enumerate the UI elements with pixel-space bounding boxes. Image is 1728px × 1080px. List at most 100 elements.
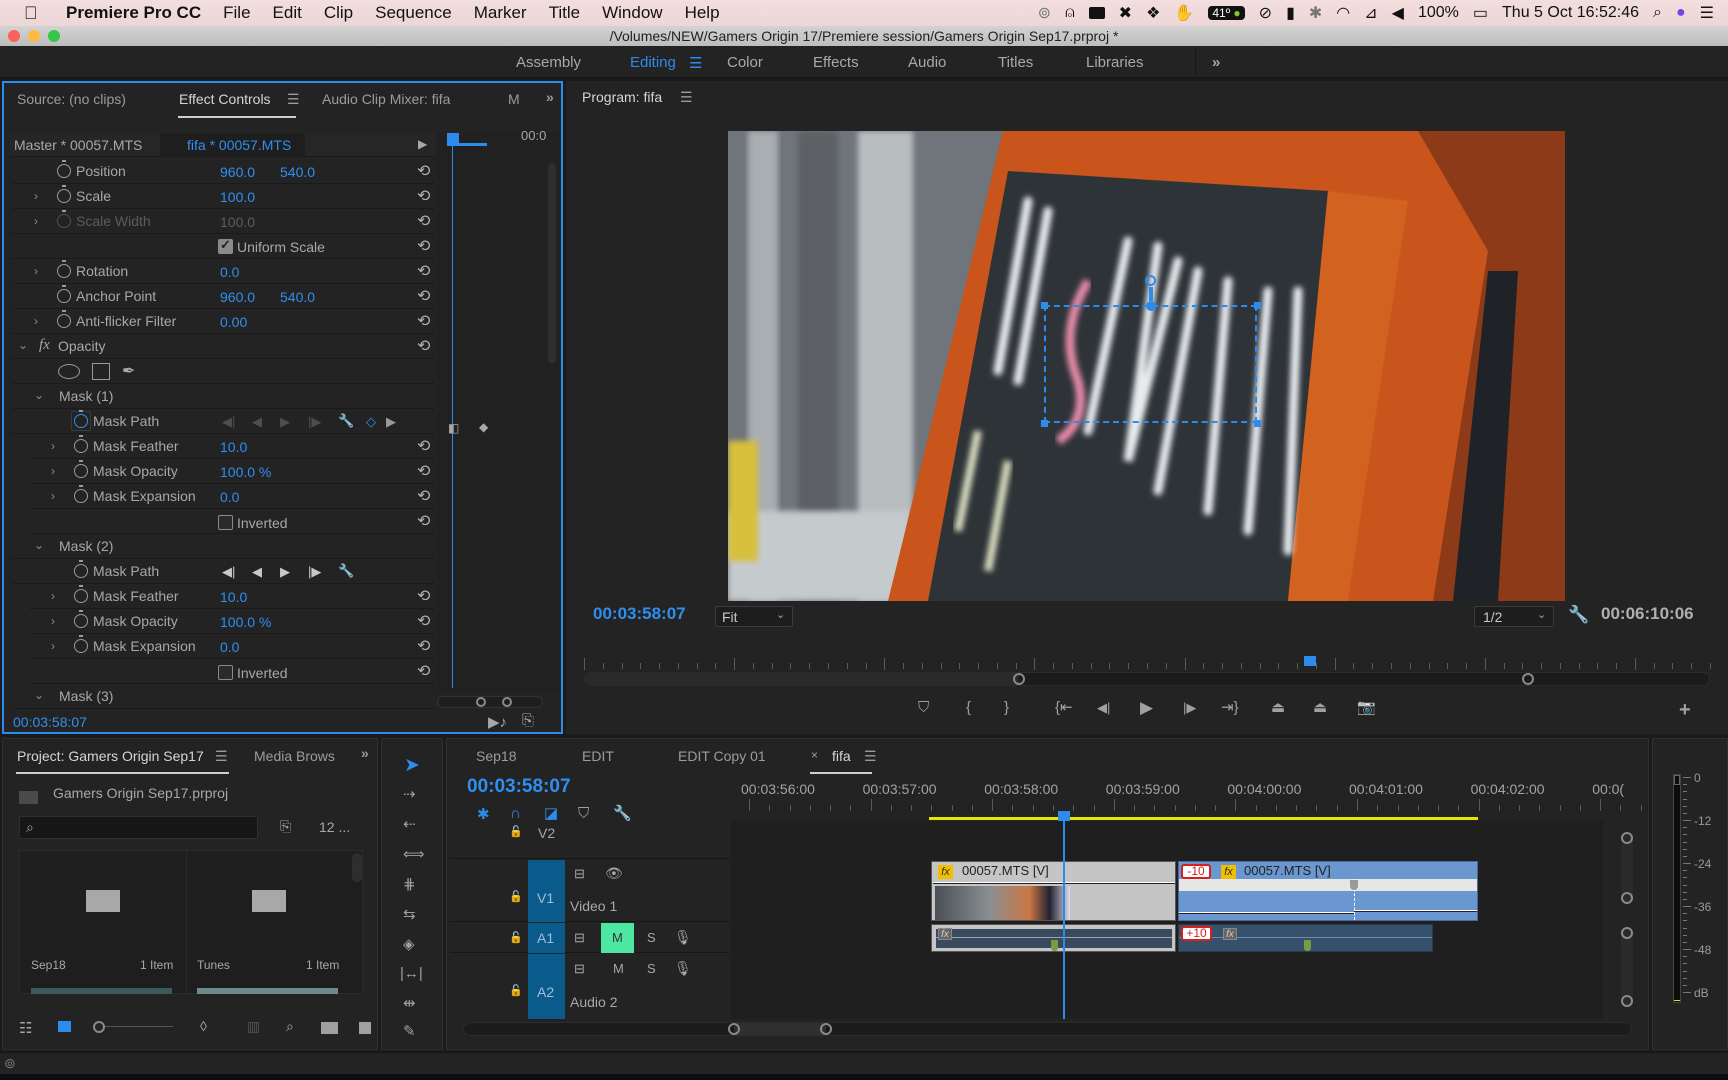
expand-chevron-icon[interactable]: › bbox=[51, 639, 55, 653]
lift-icon[interactable]: ⏏ bbox=[1271, 700, 1285, 715]
tab-sequence-edit-copy[interactable]: EDIT Copy 01 bbox=[678, 748, 766, 764]
track-one-frame-forward-icon[interactable]: ▶ bbox=[280, 564, 290, 580]
track-select-forward-tool-icon[interactable]: ⇢ bbox=[403, 787, 416, 802]
mask-1-header[interactable]: ⌄ Mask (1) bbox=[12, 384, 435, 409]
display-icon[interactable] bbox=[1088, 7, 1105, 19]
stopwatch-icon[interactable] bbox=[57, 185, 71, 203]
inverted-checkbox[interactable] bbox=[218, 665, 233, 680]
keyframe-marker[interactable]: ◆ bbox=[479, 420, 488, 434]
stopwatch-icon[interactable] bbox=[74, 610, 88, 628]
hand-icon[interactable]: ✋ bbox=[1174, 3, 1194, 23]
zoom-handle-right[interactable] bbox=[820, 1023, 832, 1035]
stopwatch-icon[interactable] bbox=[57, 160, 71, 178]
add-marker-icon[interactable]: ⛉ bbox=[578, 806, 589, 821]
collapse-chevron-icon[interactable]: ⌄ bbox=[34, 688, 44, 702]
mask-vertex-handle[interactable] bbox=[1041, 302, 1048, 309]
vpn-icon[interactable]: ⍝ bbox=[1065, 4, 1075, 22]
minimize-window-button[interactable] bbox=[28, 30, 40, 42]
mask-opacity-value[interactable]: 100.0 % bbox=[220, 614, 271, 630]
reset-icon[interactable]: ⟲ bbox=[417, 661, 430, 681]
clip-thumbnail[interactable] bbox=[197, 988, 338, 994]
stopwatch-icon[interactable] bbox=[57, 285, 71, 303]
export-icon[interactable]: ⎘ bbox=[522, 712, 534, 729]
program-monitor-title[interactable]: Program: fifa bbox=[582, 89, 662, 105]
mute-track-button-active[interactable]: M bbox=[601, 923, 634, 953]
mask-feather-value[interactable]: 10.0 bbox=[220, 589, 247, 605]
app-menu[interactable]: Premiere Pro CC bbox=[66, 3, 201, 23]
timeline-playhead[interactable] bbox=[1058, 811, 1070, 821]
lock-icon[interactable]: 🔓 bbox=[509, 984, 523, 997]
tab-audio-clip-mixer[interactable]: Audio Clip Mixer: fifa bbox=[322, 91, 450, 107]
mask-vertex-handle[interactable] bbox=[1254, 302, 1261, 309]
expand-chevron-icon[interactable]: › bbox=[51, 439, 55, 453]
bluetooth-icon[interactable]: ✱ bbox=[1309, 3, 1322, 23]
tracking-method-icon[interactable]: 🔧 bbox=[338, 413, 354, 429]
track-one-frame-backward-icon[interactable]: ◀ bbox=[252, 564, 262, 580]
tab-effect-controls[interactable]: Effect Controls bbox=[179, 91, 271, 107]
solo-track-button[interactable]: S bbox=[647, 961, 656, 976]
lock-icon[interactable]: 🔓 bbox=[509, 890, 523, 903]
reset-icon[interactable]: ⟲ bbox=[417, 586, 430, 606]
work-area-bar[interactable] bbox=[929, 817, 1478, 820]
stopwatch-icon[interactable] bbox=[74, 460, 88, 478]
clip-indicator[interactable] bbox=[1674, 775, 1680, 785]
slide-tool-icon[interactable]: ⇹ bbox=[403, 996, 416, 1011]
nest-toggle-icon[interactable]: ✱ bbox=[477, 807, 490, 822]
mask-opacity-value[interactable]: 100.0 % bbox=[220, 464, 271, 480]
collapse-chevron-icon[interactable]: ⌄ bbox=[34, 538, 44, 552]
reset-icon[interactable]: ⟲ bbox=[417, 186, 430, 206]
expand-chevron-icon[interactable]: › bbox=[51, 614, 55, 628]
timeline-zoom-scrollbar[interactable] bbox=[463, 1022, 1632, 1036]
tab-source[interactable]: Source: (no clips) bbox=[17, 91, 126, 107]
ellipse-mask-icon[interactable] bbox=[58, 364, 80, 379]
wifi-icon[interactable]: ◠ bbox=[1336, 3, 1350, 23]
volume-icon[interactable]: ◀ bbox=[1392, 3, 1404, 23]
mask-feather-handle[interactable] bbox=[1146, 301, 1156, 311]
thumbnail-size-slider[interactable] bbox=[93, 1021, 173, 1033]
play-icon[interactable]: ▶ bbox=[1140, 699, 1153, 716]
mark-out-icon[interactable]: } bbox=[1004, 700, 1009, 715]
new-bin-icon[interactable] bbox=[321, 1022, 338, 1034]
track-selected-mask-backward-icon[interactable]: ◀| bbox=[222, 564, 235, 580]
toggle-output-eye-icon[interactable]: 👁 bbox=[605, 865, 623, 882]
mask-expansion-value[interactable]: 0.0 bbox=[220, 639, 239, 655]
rectangle-mask-icon[interactable] bbox=[92, 363, 110, 380]
menu-window[interactable]: Window bbox=[602, 3, 662, 23]
rolling-edit-tool-icon[interactable]: ⋕ bbox=[403, 877, 416, 892]
resolution-dropdown[interactable]: 1/2 ⌄ bbox=[1474, 606, 1554, 627]
pen-tool-icon[interactable]: ✎ bbox=[403, 1024, 416, 1039]
mask-3-header[interactable]: ⌄ Mask (3) bbox=[12, 684, 435, 709]
reset-icon[interactable]: ⟲ bbox=[417, 311, 430, 331]
audio-keyframe-marker[interactable] bbox=[1051, 940, 1058, 951]
keyframe-marker[interactable] bbox=[1350, 880, 1358, 890]
automate-to-sequence-icon[interactable]: ▥ bbox=[247, 1018, 260, 1035]
ripple-edit-tool-icon[interactable]: ⟺ bbox=[403, 847, 425, 862]
mute-track-button[interactable]: M bbox=[613, 961, 624, 976]
list-view-icon[interactable]: ☷ bbox=[19, 1019, 32, 1037]
track-selected-mask-backward-icon[interactable]: ◀| bbox=[222, 414, 235, 430]
position-y-value[interactable]: 540.0 bbox=[280, 164, 315, 180]
fx-icon[interactable]: fx bbox=[39, 337, 50, 354]
sync-lock-icon[interactable]: ⊟ bbox=[574, 866, 585, 882]
add-marker-icon[interactable]: ⛉ bbox=[918, 700, 929, 715]
creative-cloud-icon[interactable]: ⊚ bbox=[4, 1055, 16, 1072]
reset-icon[interactable]: ⟲ bbox=[417, 286, 430, 306]
track-target-a1[interactable]: A1 bbox=[528, 923, 565, 953]
workspace-menu-icon[interactable]: ☰ bbox=[689, 54, 702, 72]
workspace-color[interactable]: Color bbox=[727, 54, 763, 71]
airplay-icon[interactable]: ⊿ bbox=[1364, 3, 1377, 23]
audio-keyframe-marker[interactable] bbox=[1304, 940, 1311, 951]
snap-icon[interactable]: ∩ bbox=[510, 806, 521, 821]
extract-icon[interactable]: ⏏ bbox=[1313, 700, 1327, 715]
expand-chevron-icon[interactable]: › bbox=[34, 264, 38, 278]
opacity-rubber-band[interactable] bbox=[1179, 912, 1354, 914]
close-window-button[interactable] bbox=[8, 30, 20, 42]
workspace-assembly[interactable]: Assembly bbox=[516, 54, 581, 71]
zoom-scrollbar[interactable] bbox=[437, 696, 543, 708]
timeline-timecode[interactable]: 00:03:58:07 bbox=[467, 776, 571, 798]
pen-mask-icon[interactable]: ✒ bbox=[122, 361, 135, 381]
menu-marker[interactable]: Marker bbox=[474, 3, 527, 23]
workspace-overflow-button[interactable]: » bbox=[1212, 54, 1220, 71]
expand-chevron-icon[interactable]: › bbox=[34, 314, 38, 328]
reset-icon[interactable]: ⟲ bbox=[417, 511, 430, 531]
